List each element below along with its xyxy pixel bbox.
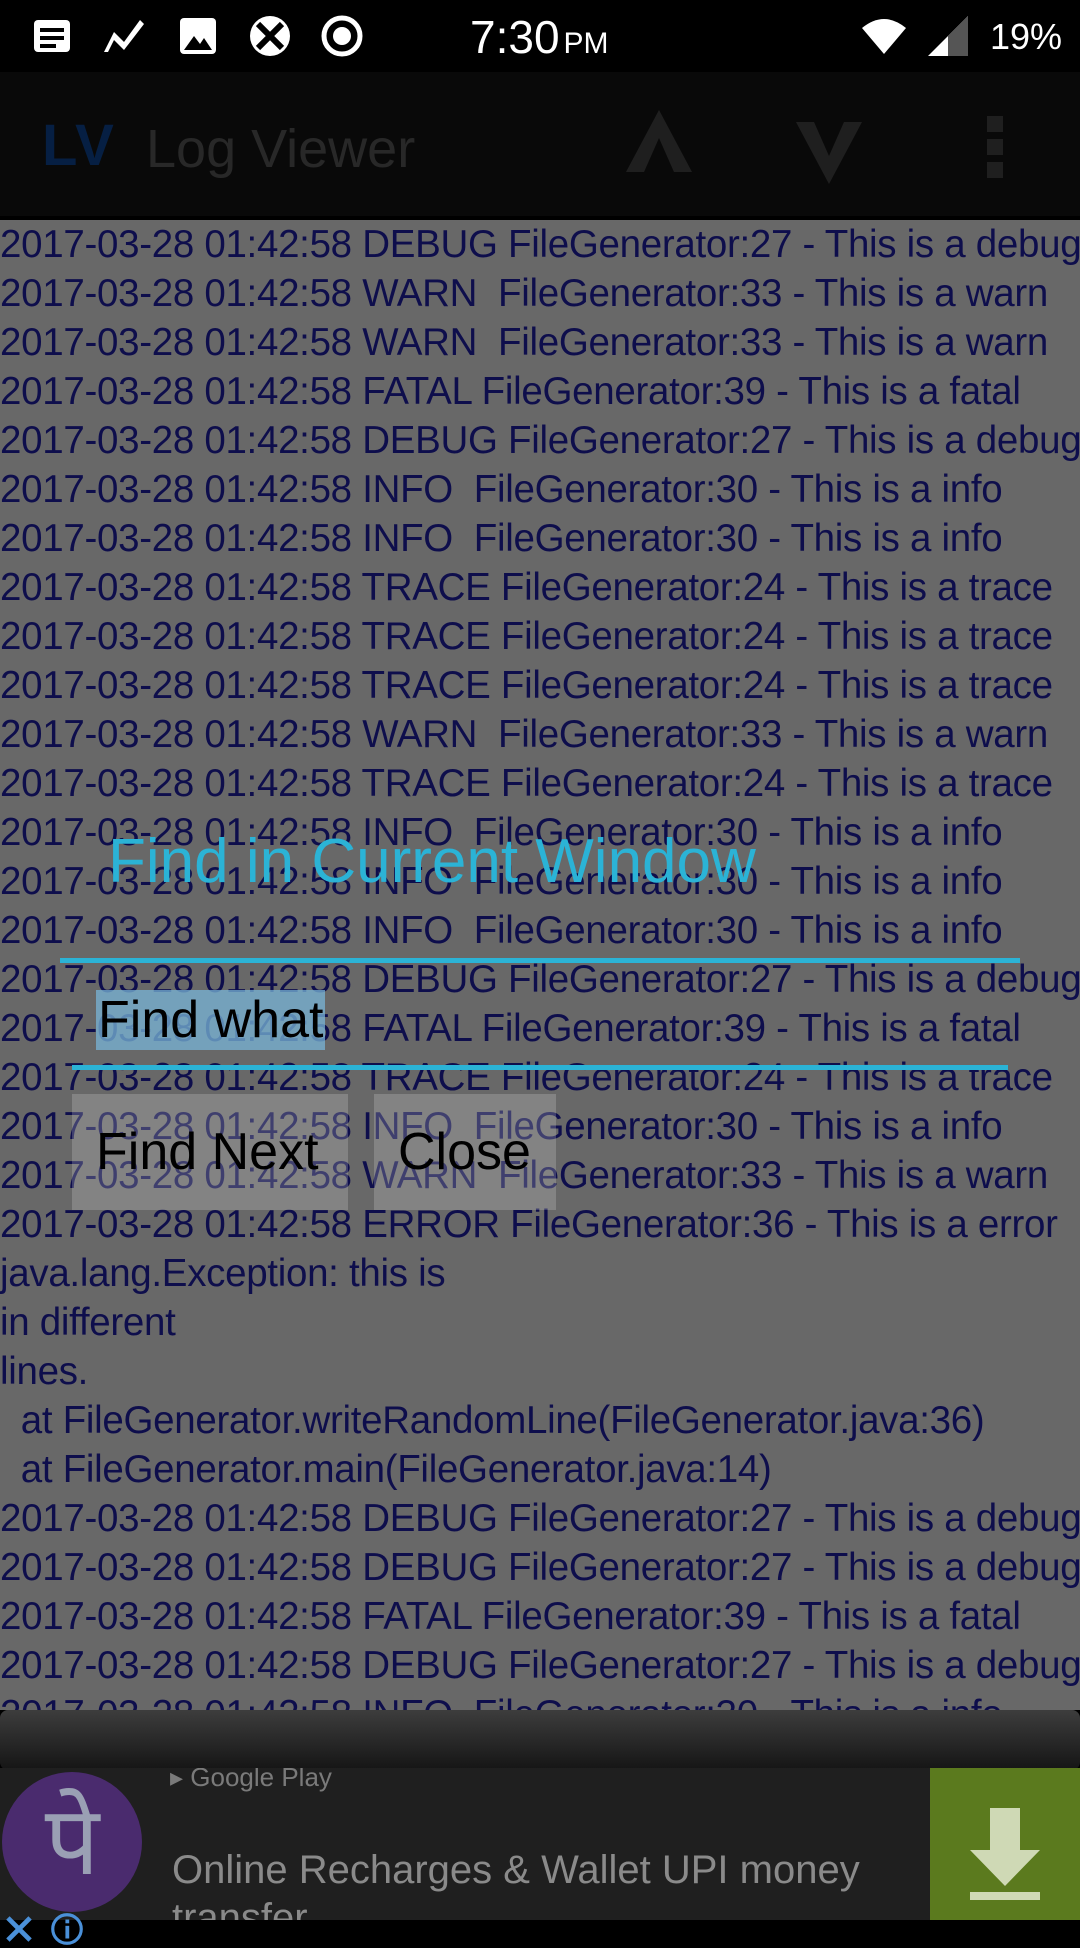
ad-logo[interactable]: पे [2, 1772, 142, 1912]
ad-close-icon[interactable] [0, 1910, 38, 1948]
dialog-title: Find in Current Window [108, 827, 756, 896]
ad-store-label: ▸ Google Play [170, 1768, 332, 1792]
record-icon [321, 15, 363, 57]
status-ampm: PM [563, 27, 609, 60]
blocked-icon [250, 16, 290, 56]
signal-icon [928, 16, 968, 56]
ad-text[interactable]: Online Recharges & Wallet UPI money tran… [172, 1846, 872, 1920]
ad-download-button[interactable] [930, 1768, 1080, 1920]
status-bar: 7:30 PM 19% [0, 0, 1080, 72]
ad-banner[interactable]: पे ▸ Google Play Online Recharges & Wall… [0, 1768, 1080, 1920]
status-time: 7:30 PM [470, 11, 609, 63]
image-icon [180, 18, 216, 54]
dialog-divider [60, 958, 1020, 963]
bottom-bar [0, 1710, 1080, 1770]
close-button[interactable]: Close [374, 1094, 556, 1210]
wifi-icon [862, 19, 906, 54]
find-next-button[interactable]: Find Next [72, 1094, 348, 1210]
ad-info-icon[interactable] [48, 1910, 86, 1948]
battery-level: 19% [990, 16, 1063, 57]
find-what-text[interactable]: Find what [96, 990, 326, 1050]
notes-icon [34, 20, 70, 52]
chart-icon [104, 20, 144, 52]
download-icon [970, 1808, 1040, 1900]
